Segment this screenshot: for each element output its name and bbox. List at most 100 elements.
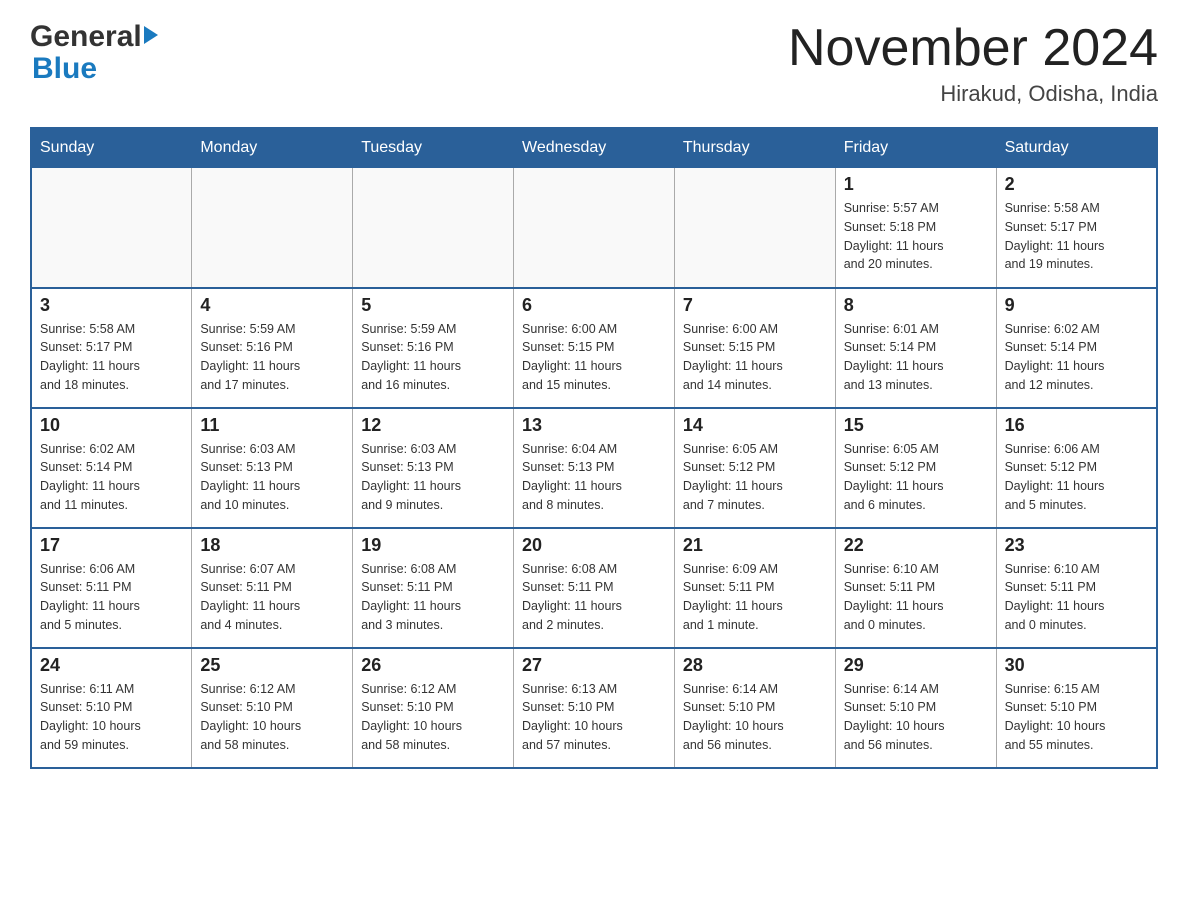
weekday-header-wednesday: Wednesday [514,128,675,168]
weekday-header-thursday: Thursday [674,128,835,168]
title-section: November 2024 Hirakud, Odisha, India [788,20,1158,107]
calendar-cell: 7 Sunrise: 6:00 AMSunset: 5:15 PMDaylight… [674,288,835,408]
day-info: Sunrise: 6:12 AMSunset: 5:10 PMDaylight:… [361,680,505,755]
calendar-cell: 23Sunrise: 6:10 AMSunset: 5:11 PMDayligh… [996,528,1157,648]
month-title: November 2024 [788,20,1158,77]
logo-general-text: General [30,20,142,54]
day-info: Sunrise: 6:02 AMSunset: 5:14 PMDaylight:… [40,440,183,515]
day-info: Sunrise: 6:08 AMSunset: 5:11 PMDaylight:… [361,560,505,635]
day-info: Sunrise: 6:01 AMSunset: 5:14 PMDaylight:… [844,320,988,395]
weekday-header-saturday: Saturday [996,128,1157,168]
day-number: 6 [522,295,666,316]
day-number: 10 [40,415,183,436]
day-number: 16 [1005,415,1148,436]
calendar-cell: 21Sunrise: 6:09 AMSunset: 5:11 PMDayligh… [674,528,835,648]
weekday-header-row: SundayMondayTuesdayWednesdayThursdayFrid… [31,128,1157,168]
calendar-cell: 30 Sunrise: 6:15 AMSunset: 5:10 PMDayligh… [996,648,1157,768]
calendar-cell [192,168,353,288]
day-info: Sunrise: 6:04 AMSunset: 5:13 PMDaylight:… [522,440,666,515]
week-row-3: 10 Sunrise: 6:02 AMSunset: 5:14 PMDayligh… [31,408,1157,528]
day-info: Sunrise: 6:03 AMSunset: 5:13 PMDaylight:… [361,440,505,515]
calendar-cell: 2 Sunrise: 5:58 AMSunset: 5:17 PMDaylight… [996,168,1157,288]
day-number: 25 [200,655,344,676]
logo-blue-text: Blue [30,52,97,86]
day-number: 1 [844,174,988,195]
calendar-cell: 19 Sunrise: 6:08 AMSunset: 5:11 PMDayligh… [353,528,514,648]
day-number: 21 [683,535,827,556]
day-info: Sunrise: 6:05 AMSunset: 5:12 PMDaylight:… [683,440,827,515]
calendar-cell [674,168,835,288]
day-info: Sunrise: 6:08 AMSunset: 5:11 PMDaylight:… [522,560,666,635]
day-number: 27 [522,655,666,676]
calendar-cell: 12Sunrise: 6:03 AMSunset: 5:13 PMDayligh… [353,408,514,528]
day-info: Sunrise: 6:15 AMSunset: 5:10 PMDaylight:… [1005,680,1148,755]
day-number: 2 [1005,174,1148,195]
day-number: 30 [1005,655,1148,676]
day-info: Sunrise: 5:59 AMSunset: 5:16 PMDaylight:… [361,320,505,395]
calendar-cell: 22 Sunrise: 6:10 AMSunset: 5:11 PMDayligh… [835,528,996,648]
week-row-1: 1 Sunrise: 5:57 AMSunset: 5:18 PMDaylight… [31,168,1157,288]
day-info: Sunrise: 6:05 AMSunset: 5:12 PMDaylight:… [844,440,988,515]
week-row-2: 3 Sunrise: 5:58 AMSunset: 5:17 PMDaylight… [31,288,1157,408]
day-number: 18 [200,535,344,556]
day-number: 7 [683,295,827,316]
calendar-cell: 14 Sunrise: 6:05 AMSunset: 5:12 PMDayligh… [674,408,835,528]
calendar-cell: 3 Sunrise: 5:58 AMSunset: 5:17 PMDaylight… [31,288,192,408]
calendar-cell [514,168,675,288]
calendar-cell: 13 Sunrise: 6:04 AMSunset: 5:13 PMDayligh… [514,408,675,528]
page-header: General Blue November 2024 Hirakud, Odis… [30,20,1158,107]
calendar-cell: 5 Sunrise: 5:59 AMSunset: 5:16 PMDaylight… [353,288,514,408]
logo: General Blue [30,20,158,86]
day-info: Sunrise: 6:02 AMSunset: 5:14 PMDaylight:… [1005,320,1148,395]
day-info: Sunrise: 6:14 AMSunset: 5:10 PMDaylight:… [844,680,988,755]
day-number: 5 [361,295,505,316]
day-number: 22 [844,535,988,556]
week-row-5: 24Sunrise: 6:11 AMSunset: 5:10 PMDayligh… [31,648,1157,768]
calendar-cell: 28Sunrise: 6:14 AMSunset: 5:10 PMDayligh… [674,648,835,768]
day-info: Sunrise: 6:03 AMSunset: 5:13 PMDaylight:… [200,440,344,515]
day-number: 4 [200,295,344,316]
day-number: 11 [200,415,344,436]
calendar-cell: 25Sunrise: 6:12 AMSunset: 5:10 PMDayligh… [192,648,353,768]
calendar-cell: 6 Sunrise: 6:00 AMSunset: 5:15 PMDaylight… [514,288,675,408]
calendar-cell [31,168,192,288]
weekday-header-sunday: Sunday [31,128,192,168]
day-number: 17 [40,535,183,556]
weekday-header-friday: Friday [835,128,996,168]
day-number: 20 [522,535,666,556]
calendar-cell: 17Sunrise: 6:06 AMSunset: 5:11 PMDayligh… [31,528,192,648]
calendar-cell: 18 Sunrise: 6:07 AMSunset: 5:11 PMDayligh… [192,528,353,648]
day-info: Sunrise: 6:10 AMSunset: 5:11 PMDaylight:… [844,560,988,635]
calendar-table: SundayMondayTuesdayWednesdayThursdayFrid… [30,127,1158,769]
calendar-cell: 8Sunrise: 6:01 AMSunset: 5:14 PMDaylight… [835,288,996,408]
day-info: Sunrise: 6:07 AMSunset: 5:11 PMDaylight:… [200,560,344,635]
day-number: 24 [40,655,183,676]
day-info: Sunrise: 6:06 AMSunset: 5:12 PMDaylight:… [1005,440,1148,515]
day-number: 13 [522,415,666,436]
day-info: Sunrise: 6:10 AMSunset: 5:11 PMDaylight:… [1005,560,1148,635]
day-number: 14 [683,415,827,436]
day-info: Sunrise: 6:00 AMSunset: 5:15 PMDaylight:… [683,320,827,395]
day-number: 15 [844,415,988,436]
day-number: 9 [1005,295,1148,316]
calendar-cell: 1 Sunrise: 5:57 AMSunset: 5:18 PMDaylight… [835,168,996,288]
calendar-cell: 10 Sunrise: 6:02 AMSunset: 5:14 PMDayligh… [31,408,192,528]
day-info: Sunrise: 5:58 AMSunset: 5:17 PMDaylight:… [40,320,183,395]
calendar-cell: 4Sunrise: 5:59 AMSunset: 5:16 PMDaylight… [192,288,353,408]
location-subtitle: Hirakud, Odisha, India [788,81,1158,107]
calendar-cell: 16 Sunrise: 6:06 AMSunset: 5:12 PMDayligh… [996,408,1157,528]
day-number: 26 [361,655,505,676]
calendar-cell: 24Sunrise: 6:11 AMSunset: 5:10 PMDayligh… [31,648,192,768]
calendar-cell: 15 Sunrise: 6:05 AMSunset: 5:12 PMDayligh… [835,408,996,528]
calendar-cell: 29Sunrise: 6:14 AMSunset: 5:10 PMDayligh… [835,648,996,768]
calendar-cell: 11 Sunrise: 6:03 AMSunset: 5:13 PMDayligh… [192,408,353,528]
calendar-cell: 26 Sunrise: 6:12 AMSunset: 5:10 PMDayligh… [353,648,514,768]
day-info: Sunrise: 5:58 AMSunset: 5:17 PMDaylight:… [1005,199,1148,274]
day-number: 19 [361,535,505,556]
logo-arrow-icon [144,26,158,44]
day-number: 3 [40,295,183,316]
day-info: Sunrise: 5:57 AMSunset: 5:18 PMDaylight:… [844,199,988,274]
day-info: Sunrise: 6:13 AMSunset: 5:10 PMDaylight:… [522,680,666,755]
weekday-header-tuesday: Tuesday [353,128,514,168]
day-info: Sunrise: 6:00 AMSunset: 5:15 PMDaylight:… [522,320,666,395]
